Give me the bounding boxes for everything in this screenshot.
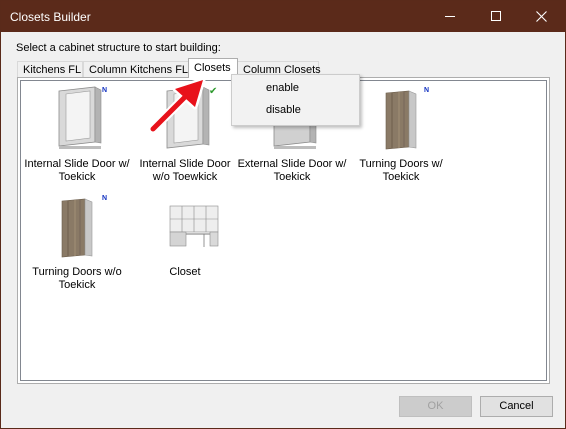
menu-item-disable[interactable]: disable bbox=[232, 99, 357, 121]
turning-doors-cabinet-icon bbox=[385, 90, 417, 150]
window-title: Closets Builder bbox=[10, 10, 91, 24]
structure-item-label: External Slide Door w/ Toekick bbox=[237, 158, 347, 183]
structure-item-label: Turning Doors w/o Toekick bbox=[32, 266, 122, 291]
new-badge: N bbox=[424, 87, 430, 94]
internal-slide-door-cabinet-icon bbox=[58, 86, 102, 149]
tab-kitchens-fl[interactable]: Kitchens FL bbox=[17, 61, 83, 77]
maximize-icon[interactable] bbox=[473, 1, 519, 32]
instruction-label: Select a cabinet structure to start buil… bbox=[16, 42, 221, 54]
cancel-button[interactable]: Cancel bbox=[480, 396, 553, 417]
tab-column-kitchens-fl[interactable]: Column Kitchens FL bbox=[83, 61, 189, 77]
minimize-icon[interactable] bbox=[427, 1, 473, 32]
structure-item-label: Closet bbox=[169, 266, 201, 278]
closets-builder-window: Closets Builder Select a cabinet structu… bbox=[0, 0, 566, 429]
new-badge: N bbox=[102, 195, 108, 202]
structure-item-label: Internal Slide Door w/o Toewkick bbox=[139, 158, 231, 183]
closet-icon bbox=[169, 205, 219, 247]
structure-item-closet[interactable]: Closet bbox=[130, 192, 240, 302]
turning-doors-no-toekick-icon bbox=[61, 198, 93, 258]
title-bar[interactable]: Closets Builder bbox=[1, 1, 565, 32]
red-arrow-icon bbox=[149, 77, 206, 134]
structure-item-label: Internal Slide Door w/ Toekick bbox=[24, 158, 130, 183]
menu-item-enable[interactable]: enable bbox=[232, 77, 357, 99]
context-menu: enable disable bbox=[231, 74, 360, 126]
structure-item-internal-slide-toekick[interactable]: N Internal Slide Door w/ Toekick bbox=[22, 84, 132, 194]
structure-item-turning-doors-no-toekick[interactable]: N Turning Doors w/o Toekick bbox=[22, 192, 132, 302]
new-badge: N bbox=[102, 87, 108, 94]
structure-item-label: Turning Doors w/ Toekick bbox=[359, 158, 443, 183]
structure-item-turning-doors-toekick[interactable]: N Turning Doors w/ Toekick bbox=[346, 84, 456, 194]
ok-button[interactable]: OK bbox=[399, 396, 472, 417]
close-icon[interactable] bbox=[519, 1, 565, 32]
